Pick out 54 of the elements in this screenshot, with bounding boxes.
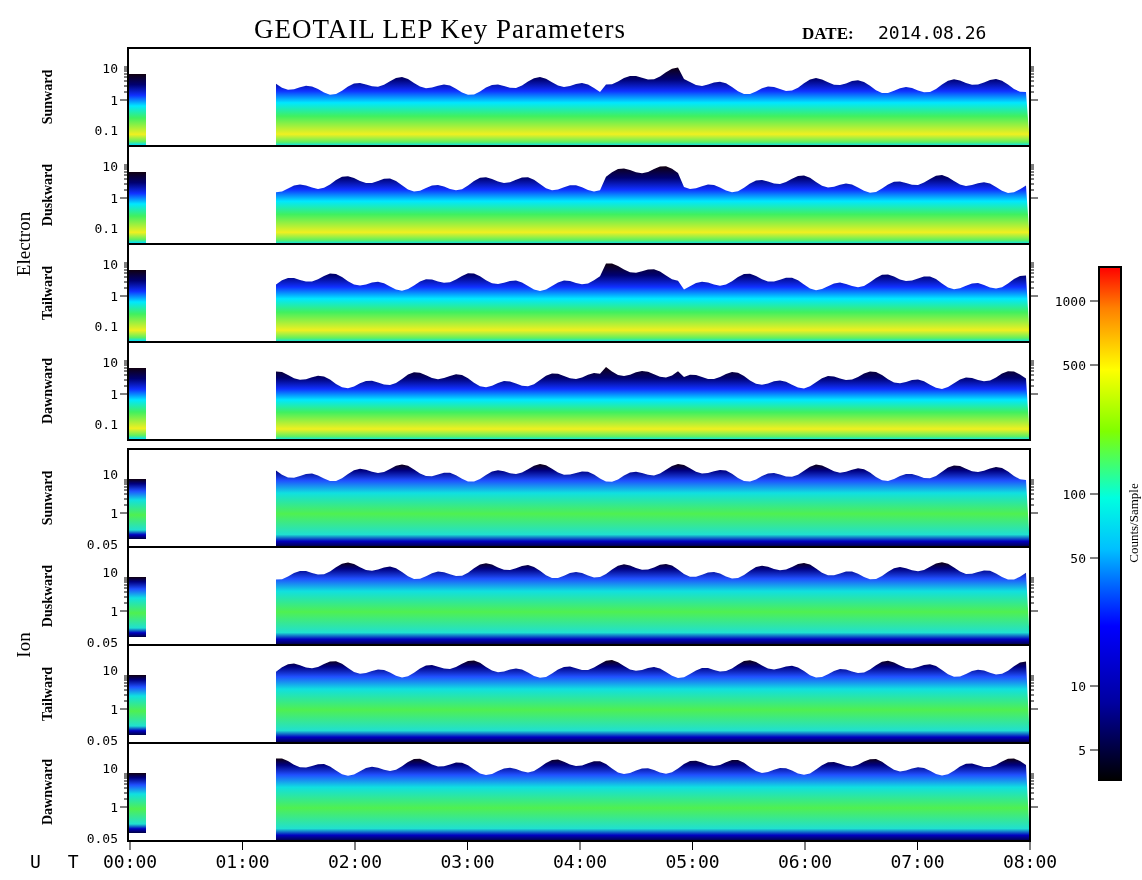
y-tick-label: 1 — [110, 604, 118, 619]
panel-label: Sunward — [40, 470, 55, 526]
y-tick-label: 0.05 — [86, 635, 118, 650]
panel-label: Dawnward — [40, 758, 55, 826]
x-tick-label: 02:00 — [327, 851, 383, 872]
y-tick-label: 10 — [102, 355, 118, 370]
y-tick-label: 0.05 — [86, 831, 118, 846]
y-tick-label: 1 — [110, 800, 118, 815]
panel-label: Duskward — [40, 163, 55, 227]
y-tick-label: 1 — [110, 191, 118, 206]
colorbar-tick-label: 500 — [1062, 358, 1086, 373]
y-tick-label: 0.1 — [94, 319, 118, 334]
plot-title: GEOTAIL LEP Key Parameters — [254, 14, 626, 44]
colorbar-tick-label: 100 — [1062, 487, 1086, 502]
y-tick-label: 1 — [110, 93, 118, 108]
x-tick-label: 05:00 — [665, 851, 720, 872]
y-tick-label: 10 — [102, 61, 118, 76]
y-tick-label: 0.05 — [86, 537, 118, 552]
y-tick-label: 0.1 — [94, 221, 118, 236]
group-label: Electron — [13, 211, 34, 277]
y-tick-label: 0.1 — [94, 417, 118, 432]
colorbar-tick-label: 10 — [1070, 679, 1086, 694]
x-tick-label: 01:00 — [215, 851, 270, 872]
y-tick-label: 10 — [102, 663, 118, 678]
y-tick-label: 1 — [110, 289, 118, 304]
x-tick-label: 04:00 — [552, 851, 608, 872]
colorbar-tick-label: 1000 — [1054, 294, 1086, 309]
y-tick-label: 10 — [102, 467, 118, 482]
y-tick-label: 1 — [110, 387, 118, 402]
colorbar-label: Counts/Sample — [1126, 483, 1141, 563]
y-tick-label: 10 — [102, 159, 118, 174]
y-tick-label: 1 — [110, 702, 118, 717]
colorbar-tick-label: 50 — [1070, 551, 1086, 566]
y-tick-label: 10 — [102, 565, 118, 580]
x-tick-label: 03:00 — [440, 851, 495, 872]
y-tick-label: 10 — [102, 257, 118, 272]
x-tick-label: 07:00 — [890, 851, 945, 872]
x-tick-label: 00:00 — [102, 851, 158, 872]
panel-label: Tailward — [40, 266, 55, 320]
y-tick-label: 0.05 — [86, 733, 118, 748]
x-tick-label: 06:00 — [777, 851, 833, 872]
panel-label: Tailward — [40, 667, 55, 721]
panel-label: Dawnward — [40, 357, 55, 425]
y-tick-label: 0.1 — [94, 123, 118, 138]
y-tick-label: 1 — [110, 506, 118, 521]
y-tick-label: 10 — [102, 761, 118, 776]
time-axis-label: U T — [30, 851, 87, 872]
panel-label: Duskward — [40, 564, 55, 628]
x-tick-label: 08:00 — [1002, 851, 1058, 872]
date-label: DATE: — [802, 24, 854, 43]
date-value: 2014.08.26 — [878, 22, 987, 43]
colorbar-tick-label: 5 — [1078, 743, 1086, 758]
group-label: Ion — [13, 632, 34, 658]
panel-label: Sunward — [40, 69, 55, 125]
